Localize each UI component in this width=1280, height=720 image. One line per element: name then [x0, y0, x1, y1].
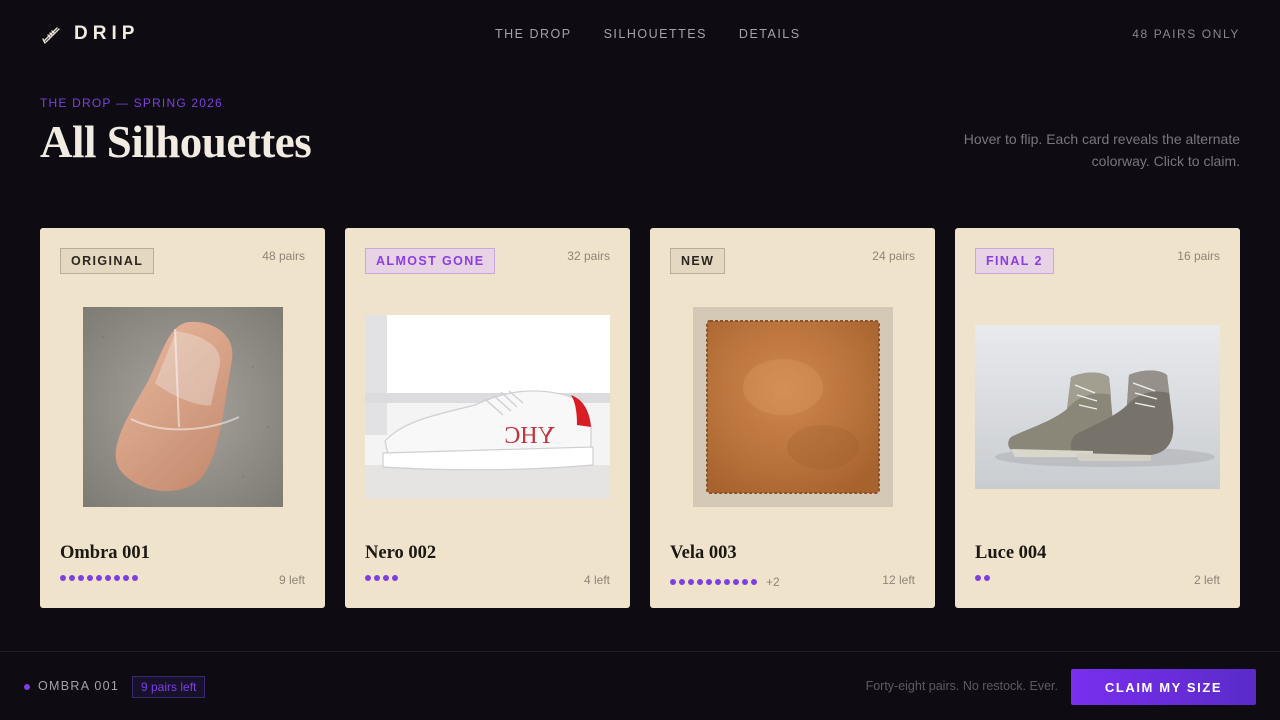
product-name: Luce 004 — [975, 543, 1047, 563]
size-dot — [374, 575, 380, 581]
sneaker-icon — [42, 27, 60, 44]
size-dot — [78, 575, 84, 581]
size-dot — [706, 579, 712, 585]
main-nav: THE DROP SILHOUETTES DETAILS — [495, 27, 801, 41]
product-name: Ombra 001 — [60, 543, 150, 563]
size-dot — [697, 579, 703, 585]
status-badge: NEW — [670, 248, 726, 274]
size-dots: +2 — [670, 575, 780, 589]
top-bar: DRIP THE DROP SILHOUETTES DETAILS 48 PAI… — [40, 0, 1240, 68]
pairs-total: 16 pairs — [1177, 249, 1220, 263]
size-dot — [96, 575, 102, 581]
size-dot — [688, 579, 694, 585]
status-badge: ORIGINAL — [60, 248, 155, 274]
size-dots — [975, 575, 990, 581]
hero: THE DROP — SPRING 2026 All Silhouettes — [40, 96, 312, 168]
svg-text:YHC: YHC — [504, 423, 555, 449]
product-grid: ORIGINAL 48 pairs Ombra 001 9 left ALMOS… — [40, 228, 1240, 608]
product-name: Nero 002 — [365, 543, 437, 563]
selected-product: OMBRA 001 — [38, 679, 120, 693]
clear-slide-sandal-image — [83, 307, 283, 507]
brand-name: DRIP — [74, 23, 140, 44]
size-dot — [69, 575, 75, 581]
stock-left: 2 left — [1193, 573, 1220, 587]
nav-the-drop[interactable]: THE DROP — [495, 27, 572, 41]
nav-details[interactable]: DETAILS — [739, 27, 801, 41]
size-dot — [679, 579, 685, 585]
product-card-vela[interactable]: NEW 24 pairs Vela 003 +2 12 left — [650, 228, 935, 608]
product-card-nero[interactable]: ALMOST GONE 32 pairs YHC Nero 002 4 left — [345, 228, 630, 608]
brand[interactable]: DRIP — [40, 23, 139, 45]
tan-suede-swatch-image — [693, 307, 893, 507]
nav-silhouettes[interactable]: SILHOUETTES — [604, 27, 707, 41]
hover-hint: Hover to flip. Each card reveals the alt… — [963, 131, 1240, 169]
size-dot — [383, 575, 389, 581]
stock-left: 12 left — [882, 573, 915, 587]
status-badge: ALMOST GONE — [365, 248, 496, 274]
pairs-total: 24 pairs — [872, 249, 915, 263]
size-dot — [670, 579, 676, 585]
size-dot — [751, 579, 757, 585]
size-dot — [742, 579, 748, 585]
white-sneaker-image: YHC — [365, 315, 610, 499]
limit-label: 48 PAIRS ONLY — [1132, 27, 1240, 41]
size-dot — [733, 579, 739, 585]
tagline: Forty-eight pairs. No restock. Ever. — [865, 679, 1058, 693]
size-dot — [132, 575, 138, 581]
product-name: Vela 003 — [670, 543, 737, 563]
eyebrow: THE DROP — SPRING 2026 — [40, 96, 223, 110]
size-dots — [365, 575, 398, 581]
selection-indicator — [24, 684, 30, 690]
size-dot — [105, 575, 111, 581]
stock-left: 9 left — [278, 573, 305, 587]
product-card-ombra[interactable]: ORIGINAL 48 pairs Ombra 001 9 left — [40, 228, 325, 608]
size-dot — [123, 575, 129, 581]
size-dot — [975, 575, 981, 581]
size-dot — [114, 575, 120, 581]
selected-stock-badge: 9 pairs left — [132, 676, 206, 698]
size-dot — [87, 575, 93, 581]
size-dots — [60, 575, 138, 581]
product-card-luce[interactable]: FINAL 2 16 pairs Luce 004 2 left — [955, 228, 1240, 608]
size-dot — [392, 575, 398, 581]
high-top-boots-image — [975, 325, 1220, 489]
size-dot — [984, 575, 990, 581]
pairs-total: 32 pairs — [567, 249, 610, 263]
status-badge: FINAL 2 — [975, 248, 1054, 274]
more-sizes-label: +2 — [766, 575, 780, 589]
size-dot — [715, 579, 721, 585]
size-dot — [60, 575, 66, 581]
size-dot — [724, 579, 730, 585]
claim-bar: OMBRA 001 9 pairs left Forty-eight pairs… — [0, 651, 1280, 720]
page-title: All Silhouettes — [40, 117, 312, 167]
claim-my-size-button[interactable]: CLAIM MY SIZE — [1071, 669, 1256, 705]
pairs-total: 48 pairs — [262, 249, 305, 263]
stock-left: 4 left — [583, 573, 610, 587]
size-dot — [365, 575, 371, 581]
